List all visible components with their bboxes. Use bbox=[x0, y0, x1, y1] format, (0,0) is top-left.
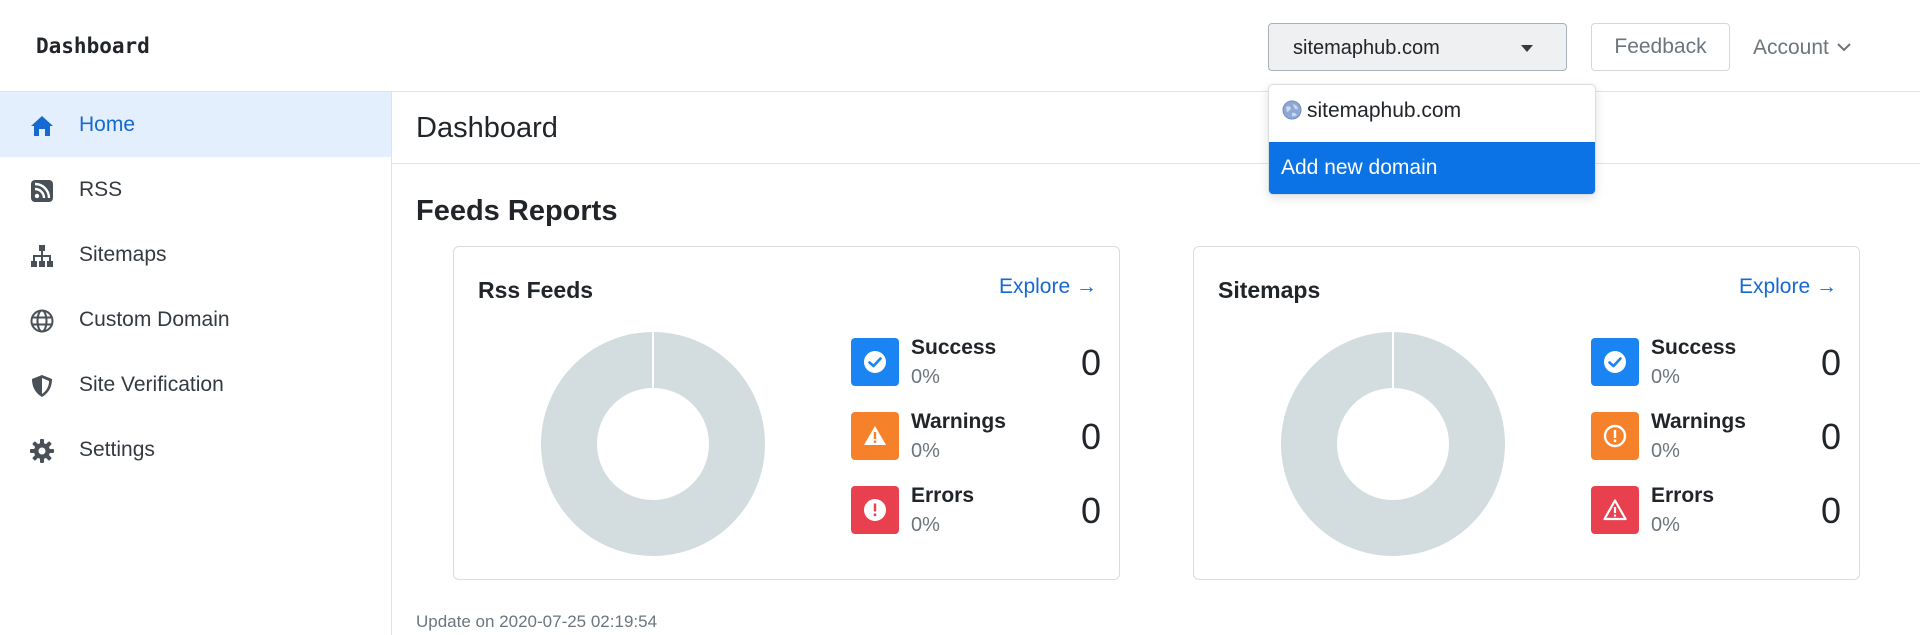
shield-icon bbox=[29, 373, 55, 399]
sidebar-item-site-verification[interactable]: Site Verification bbox=[0, 352, 391, 417]
exclamation-circle-icon bbox=[1591, 412, 1639, 460]
stat-errors: Errors 0% 0 bbox=[851, 484, 1101, 542]
caret-down-icon bbox=[1521, 45, 1533, 52]
stat-name: Errors bbox=[911, 484, 975, 507]
gear-icon bbox=[29, 438, 55, 464]
stat-success: Success 0% 0 bbox=[851, 336, 1101, 394]
chevron-down-icon bbox=[1837, 34, 1851, 58]
sidebar-item-custom-domain[interactable]: Custom Domain bbox=[0, 287, 391, 352]
stat-count: 0 bbox=[1080, 490, 1101, 531]
sidebar-item-settings[interactable]: Settings bbox=[0, 417, 391, 482]
sidebar-item-label: Site Verification bbox=[79, 373, 224, 396]
sidebar: Home RSS Sitemaps Custom Domain Site Ver… bbox=[0, 92, 392, 635]
stat-count: 0 bbox=[1080, 416, 1101, 457]
account-menu[interactable]: Account bbox=[1753, 34, 1851, 60]
stat-percent: 0% bbox=[1651, 440, 1680, 462]
brand-title: Dashboard bbox=[36, 34, 150, 58]
sitemap-icon bbox=[29, 243, 55, 269]
explore-link[interactable]: Explore → bbox=[1739, 275, 1837, 299]
sidebar-item-label: Custom Domain bbox=[79, 308, 230, 331]
domain-select-value: sitemaphub.com bbox=[1293, 37, 1440, 59]
stat-name: Warnings bbox=[911, 410, 1006, 433]
stat-count: 0 bbox=[1080, 342, 1101, 383]
donut-chart bbox=[1281, 331, 1505, 556]
rss-icon bbox=[29, 178, 55, 204]
sidebar-item-sitemaps[interactable]: Sitemaps bbox=[0, 222, 391, 287]
top-bar: Dashboard sitemaphub.com Feedback Accoun… bbox=[0, 0, 1920, 92]
stat-warnings: Warnings 0% 0 bbox=[851, 410, 1101, 468]
dropdown-option-domain[interactable]: sitemaphub.com bbox=[1269, 99, 1595, 129]
sidebar-item-home[interactable]: Home bbox=[0, 92, 391, 157]
home-icon bbox=[29, 113, 55, 139]
section-title: Feeds Reports bbox=[416, 195, 618, 227]
stat-count: 0 bbox=[1820, 342, 1841, 383]
stat-percent: 0% bbox=[1651, 366, 1680, 388]
stat-name: Warnings bbox=[1651, 410, 1746, 433]
sidebar-item-label: Home bbox=[79, 113, 136, 136]
check-circle-icon bbox=[851, 338, 899, 386]
sidebar-item-label: Settings bbox=[79, 438, 155, 461]
stat-percent: 0% bbox=[911, 366, 940, 388]
globe-icon bbox=[1282, 100, 1302, 120]
explore-link[interactable]: Explore → bbox=[999, 275, 1097, 299]
sitemaps-card: Sitemaps Explore → Success 0% 0 Warnings… bbox=[1193, 246, 1860, 580]
feedback-button[interactable]: Feedback bbox=[1591, 23, 1730, 71]
check-circle-icon bbox=[1591, 338, 1639, 386]
stat-count: 0 bbox=[1820, 416, 1841, 457]
stat-errors: Errors 0% 0 bbox=[1591, 484, 1841, 542]
update-timestamp: Update on 2020-07-25 02:19:54 bbox=[416, 612, 658, 631]
account-label: Account bbox=[1753, 36, 1829, 59]
rss-feeds-card: Rss Feeds Explore → Success 0% 0 Warning… bbox=[453, 246, 1120, 580]
stat-success: Success 0% 0 bbox=[1591, 336, 1841, 394]
domain-dropdown-menu: sitemaphub.com Add new domain bbox=[1268, 84, 1596, 195]
error-circle-icon bbox=[851, 486, 899, 534]
warning-triangle-icon bbox=[1591, 486, 1639, 534]
card-title: Sitemaps bbox=[1218, 277, 1321, 303]
stat-name: Success bbox=[1651, 336, 1737, 359]
stat-name: Errors bbox=[1651, 484, 1715, 507]
stat-percent: 0% bbox=[1651, 514, 1680, 536]
card-title: Rss Feeds bbox=[478, 277, 594, 303]
stat-count: 0 bbox=[1820, 490, 1841, 531]
main-header: Dashboard bbox=[392, 92, 1920, 164]
stat-name: Success bbox=[911, 336, 997, 359]
stat-percent: 0% bbox=[911, 514, 940, 536]
donut-chart bbox=[541, 331, 765, 556]
domain-select[interactable]: sitemaphub.com bbox=[1268, 23, 1567, 71]
dropdown-option-add-domain[interactable]: Add new domain bbox=[1269, 142, 1595, 194]
stat-warnings: Warnings 0% 0 bbox=[1591, 410, 1841, 468]
warning-triangle-icon bbox=[851, 412, 899, 460]
sidebar-item-label: Sitemaps bbox=[79, 243, 167, 266]
sidebar-item-label: RSS bbox=[79, 178, 123, 201]
dropdown-option-label: sitemaphub.com bbox=[1307, 99, 1462, 122]
page-title: Dashboard bbox=[416, 112, 558, 144]
sidebar-item-rss[interactable]: RSS bbox=[0, 157, 391, 222]
stat-percent: 0% bbox=[911, 440, 940, 462]
globe-icon bbox=[29, 308, 55, 334]
